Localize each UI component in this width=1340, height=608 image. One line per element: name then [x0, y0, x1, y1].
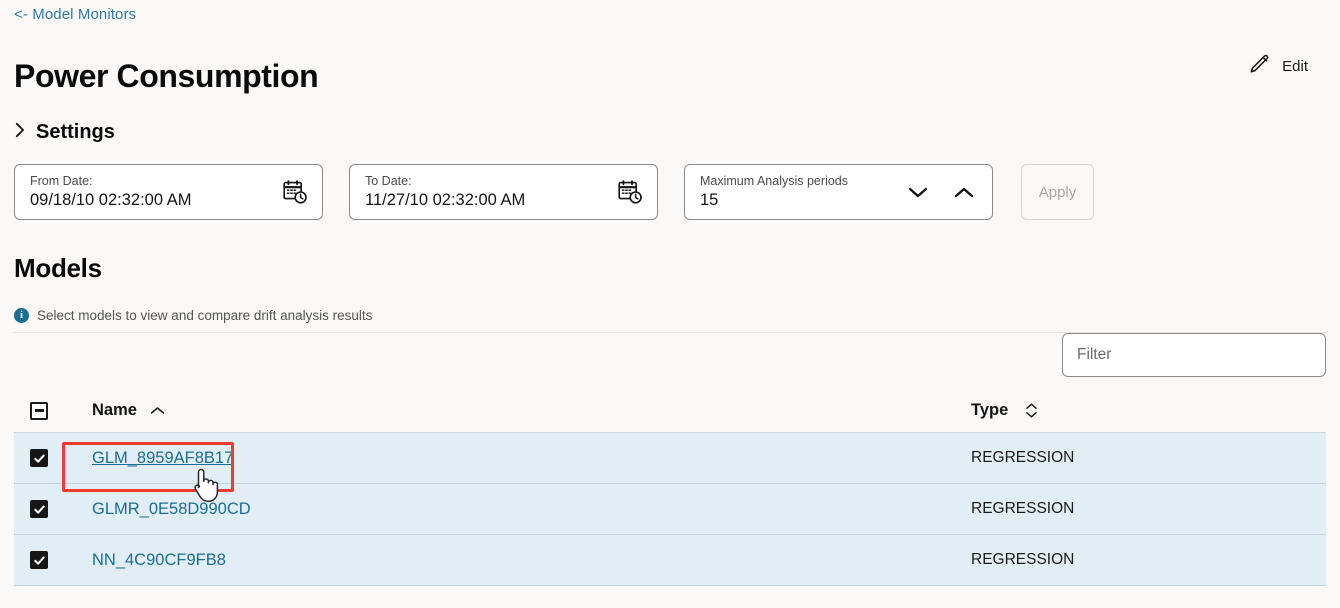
row-checkbox[interactable] [30, 551, 48, 569]
model-type: REGRESSION [971, 551, 1075, 568]
model-link[interactable]: GLM_8959AF8B17 [92, 449, 233, 468]
row-type-cell: REGRESSION [963, 449, 1326, 467]
row-name-cell: GLM_8959AF8B17 [78, 449, 963, 468]
table-header-row: Name Type [14, 389, 1326, 433]
select-all-checkbox[interactable] [30, 401, 48, 420]
model-link[interactable]: GLMR_0E58D990CD [92, 500, 251, 519]
calendar-clock-icon[interactable] [282, 179, 308, 205]
chevron-down-icon[interactable] [906, 184, 930, 201]
models-table: Name Type GLM_8959AF8B17 REGRESSION GLMR… [14, 389, 1326, 586]
page-title: Power Consumption [14, 58, 319, 94]
row-select-cell [14, 551, 78, 569]
model-link[interactable]: NN_4C90CF9FB8 [92, 551, 226, 570]
max-analysis-periods-label: Maximum Analysis periods [700, 174, 848, 188]
max-analysis-periods-field[interactable]: Maximum Analysis periods 15 [684, 164, 993, 220]
column-header-name-label: Name [92, 401, 137, 419]
to-date-value: 11/27/10 02:32:00 AM [365, 191, 526, 209]
settings-section-toggle[interactable]: Settings [14, 121, 115, 144]
row-select-cell [14, 449, 78, 467]
from-date-value: 09/18/10 02:32:00 AM [30, 191, 192, 209]
row-type-cell: REGRESSION [963, 500, 1326, 518]
settings-controls: From Date: 09/18/10 02:32:00 AM To Date:… [14, 164, 1094, 220]
row-checkbox[interactable] [30, 449, 48, 467]
from-date-label: From Date: [30, 174, 93, 188]
chevron-up-icon[interactable] [150, 406, 165, 416]
model-type: REGRESSION [971, 500, 1075, 517]
apply-button[interactable]: Apply [1021, 164, 1094, 220]
models-hint: i Select models to view and compare drif… [14, 308, 372, 323]
table-row[interactable]: NN_4C90CF9FB8 REGRESSION [14, 535, 1326, 586]
chevron-right-icon [14, 122, 25, 143]
column-header-name[interactable]: Name [78, 401, 963, 420]
sort-updown-icon[interactable] [1025, 402, 1038, 419]
from-date-field[interactable]: From Date: 09/18/10 02:32:00 AM [14, 164, 323, 220]
column-header-type[interactable]: Type [963, 401, 1326, 420]
pencil-icon [1248, 54, 1270, 79]
settings-title: Settings [36, 121, 115, 143]
to-date-field[interactable]: To Date: 11/27/10 02:32:00 AM [349, 164, 658, 220]
models-title: Models [14, 253, 102, 283]
edit-button-label: Edit [1282, 58, 1308, 75]
row-select-cell [14, 500, 78, 518]
filter-input[interactable] [1062, 333, 1326, 377]
row-name-cell: GLMR_0E58D990CD [78, 500, 963, 519]
table-row[interactable]: GLMR_0E58D990CD REGRESSION [14, 484, 1326, 535]
table-row[interactable]: GLM_8959AF8B17 REGRESSION [14, 433, 1326, 484]
calendar-clock-icon[interactable] [617, 179, 643, 205]
models-hint-text: Select models to view and compare drift … [37, 308, 373, 323]
row-checkbox[interactable] [30, 500, 48, 518]
breadcrumb-model-monitors[interactable]: <- Model Monitors [14, 6, 136, 23]
filter-field-wrapper [1062, 333, 1326, 377]
periods-stepper [906, 184, 984, 201]
chevron-up-icon[interactable] [952, 184, 976, 201]
edit-button[interactable]: Edit [1244, 52, 1312, 81]
model-type: REGRESSION [971, 449, 1075, 466]
info-icon: i [14, 308, 29, 323]
row-type-cell: REGRESSION [963, 551, 1326, 569]
select-all-cell [14, 401, 78, 420]
max-analysis-periods-value: 15 [700, 191, 719, 209]
column-header-type-label: Type [971, 401, 1009, 419]
to-date-label: To Date: [365, 174, 412, 188]
row-name-cell: NN_4C90CF9FB8 [78, 551, 963, 570]
